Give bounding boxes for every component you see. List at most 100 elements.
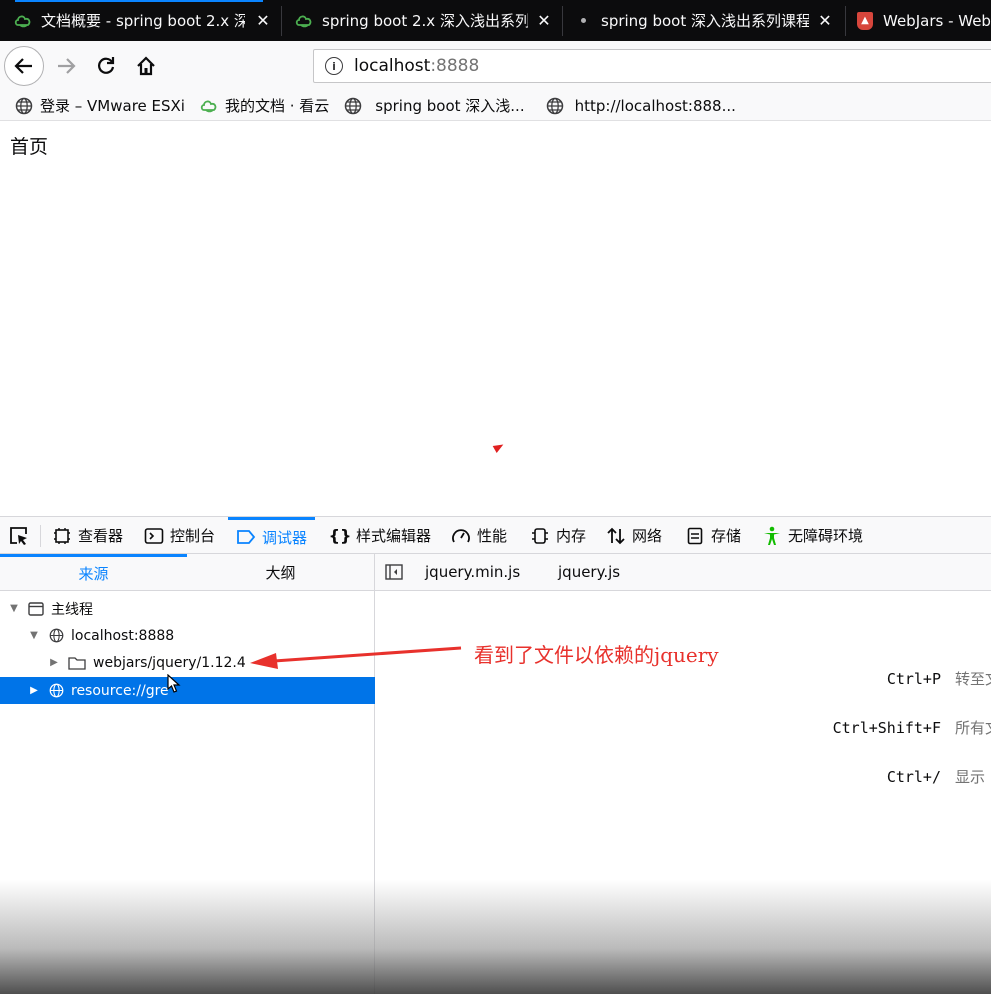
window-icon (28, 601, 44, 617)
bookmark-label: 我的文档 · 看云 (224, 97, 330, 115)
tab-label: 调试器 (262, 528, 308, 547)
expanded-arrow-icon: ▼ (10, 603, 18, 614)
close-icon[interactable]: ✕ (816, 11, 834, 30)
globe-icon (343, 96, 363, 116)
bookmark-localhost[interactable]: http://localhost:888... (545, 96, 736, 116)
forward-button[interactable] (54, 54, 78, 78)
tab-inspector[interactable]: 查看器 (52, 517, 123, 554)
arrow-left-icon (14, 58, 32, 74)
tab-title: WebJars - Web (883, 11, 991, 30)
tree-label: localhost:8888 (71, 627, 175, 644)
shortcut-desc: 转至文 (955, 670, 991, 688)
tab-storage[interactable]: 存储 (685, 517, 741, 554)
dot-icon (574, 12, 592, 30)
browser-tab-2[interactable]: spring boot 2.x 深入浅出系列 ✕ (295, 0, 561, 41)
folder-icon (68, 655, 86, 671)
back-button[interactable] (4, 46, 44, 86)
mouse-cursor-icon (167, 674, 181, 693)
gauge-icon (451, 526, 471, 546)
tree-label: 主线程 (51, 601, 93, 618)
collapsed-arrow-icon: ▶ (30, 685, 38, 696)
element-picker-button[interactable] (8, 525, 30, 547)
kanyun-icon (295, 12, 313, 30)
tab-title: spring boot 深入浅出系列课程 (601, 12, 809, 30)
globe-icon (48, 628, 64, 644)
toggle-sidebar-button[interactable] (385, 554, 403, 590)
page-heading: 首页 (10, 136, 49, 158)
bookmark-label: spring boot 深入浅... (375, 97, 525, 115)
tab-performance[interactable]: 性能 (451, 517, 507, 554)
tree-item-main-thread[interactable]: ▼ 主线程 (0, 595, 382, 622)
tab-network[interactable]: 网络 (606, 517, 662, 554)
pointer-icon (492, 441, 506, 453)
close-icon[interactable]: ✕ (254, 11, 272, 30)
reload-button[interactable] (94, 54, 118, 78)
network-icon (606, 526, 626, 546)
url-host: localhost (354, 56, 431, 76)
tab-sources[interactable]: 来源 (0, 554, 187, 590)
tab-title: spring boot 2.x 深入浅出系列 (322, 12, 528, 30)
sidebar-toggle-icon (385, 564, 403, 580)
accessibility-icon (762, 526, 782, 546)
webjars-icon: ▲ (856, 11, 874, 30)
home-button[interactable] (134, 54, 158, 78)
tab-label: 控制台 (170, 527, 216, 545)
source-tab-jquery-min[interactable]: jquery.min.js (425, 554, 520, 590)
bookmark-label: 登录 – VMware ESXi (40, 97, 185, 115)
reload-icon (98, 57, 115, 74)
bookmark-label: http://localhost:888... (574, 96, 736, 115)
shortcut-desc: 显示 (955, 768, 986, 786)
kanyun-icon (14, 12, 32, 30)
inspector-icon (52, 526, 72, 546)
tree-label: resource://gre (71, 682, 169, 699)
tab-divider (562, 6, 563, 36)
source-tabs: jquery.min.js jquery.js (375, 554, 991, 591)
devtools-toolbar: 查看器 控制台 调试器 {} 样式编辑器 性能 内存 网络 存储 无障碍环境 (0, 516, 991, 554)
tab-label: 性能 (477, 527, 508, 545)
tab-style-editor[interactable]: {} 样式编辑器 (329, 517, 431, 554)
info-icon[interactable]: i (325, 57, 343, 75)
editor-pane: jquery.min.js jquery.js Ctrl+P 转至文 Ctrl+… (375, 554, 991, 994)
tab-label: 内存 (556, 527, 587, 545)
bookmark-vmware[interactable]: 登录 – VMware ESXi (14, 95, 185, 116)
tab-console[interactable]: 控制台 (144, 517, 215, 554)
tree-item-resource-gre[interactable]: ▶ resource://gre (0, 677, 402, 704)
tab-memory[interactable]: 内存 (530, 517, 586, 554)
bookmark-spring-boot[interactable]: spring boot 深入浅... (343, 95, 525, 116)
console-icon (144, 526, 164, 546)
tab-label: 存储 (711, 527, 742, 545)
shortcut-search-all: Ctrl+Shift+F 所有文 (793, 717, 991, 738)
shortcut-goto-file: Ctrl+P 转至文 (793, 668, 991, 689)
browser-tab-4[interactable]: ▲ WebJars - Web (856, 0, 991, 41)
tab-accessibility[interactable]: 无障碍环境 (762, 517, 863, 554)
shortcut-key: Ctrl+/ (886, 767, 941, 786)
collapsed-arrow-icon: ▶ (50, 657, 58, 668)
globe-icon (48, 683, 64, 699)
toolbar-divider (40, 525, 41, 547)
sources-pane: 来源 大纲 ▼ 主线程 ▼ localhost:8888 ▶ webjars/j… (0, 554, 402, 994)
bookmarks-toolbar: 登录 – VMware ESXi 我的文档 · 看云 spring boot 深… (0, 91, 991, 121)
tab-divider (281, 6, 282, 36)
tree-label: webjars/jquery/1.12.4 (93, 654, 246, 671)
shortcut-key: Ctrl+Shift+F (832, 718, 941, 737)
browser-tab-3[interactable]: spring boot 深入浅出系列课程 ✕ (574, 0, 842, 41)
tab-outline[interactable]: 大纲 (187, 554, 374, 590)
globe-icon (14, 96, 34, 116)
close-icon[interactable]: ✕ (535, 11, 553, 30)
url-port: :8888 (430, 56, 480, 76)
tab-label: 无障碍环境 (788, 527, 864, 545)
kanyun-icon (199, 96, 219, 116)
shortcut-key: Ctrl+P (886, 669, 941, 688)
address-bar[interactable]: i localhost:8888 (313, 49, 991, 83)
browser-tab-1[interactable]: 文档概要 - spring boot 2.x 深 ✕ (14, 0, 280, 41)
shortcut-show: Ctrl+/ 显示 (793, 766, 985, 787)
navigation-bar: i localhost:8888 (0, 41, 991, 91)
tab-debugger[interactable]: 调试器 (228, 517, 316, 554)
source-tab-jquery[interactable]: jquery.js (558, 554, 620, 590)
tab-divider (845, 6, 846, 36)
tab-strip: 文档概要 - spring boot 2.x 深 ✕ spring boot 2… (0, 0, 991, 41)
bookmark-kanyun[interactable]: 我的文档 · 看云 (199, 95, 329, 116)
tab-title: 文档概要 - spring boot 2.x 深 (41, 12, 245, 30)
picker-icon (10, 527, 27, 545)
sources-subtabs: 来源 大纲 (0, 554, 374, 591)
